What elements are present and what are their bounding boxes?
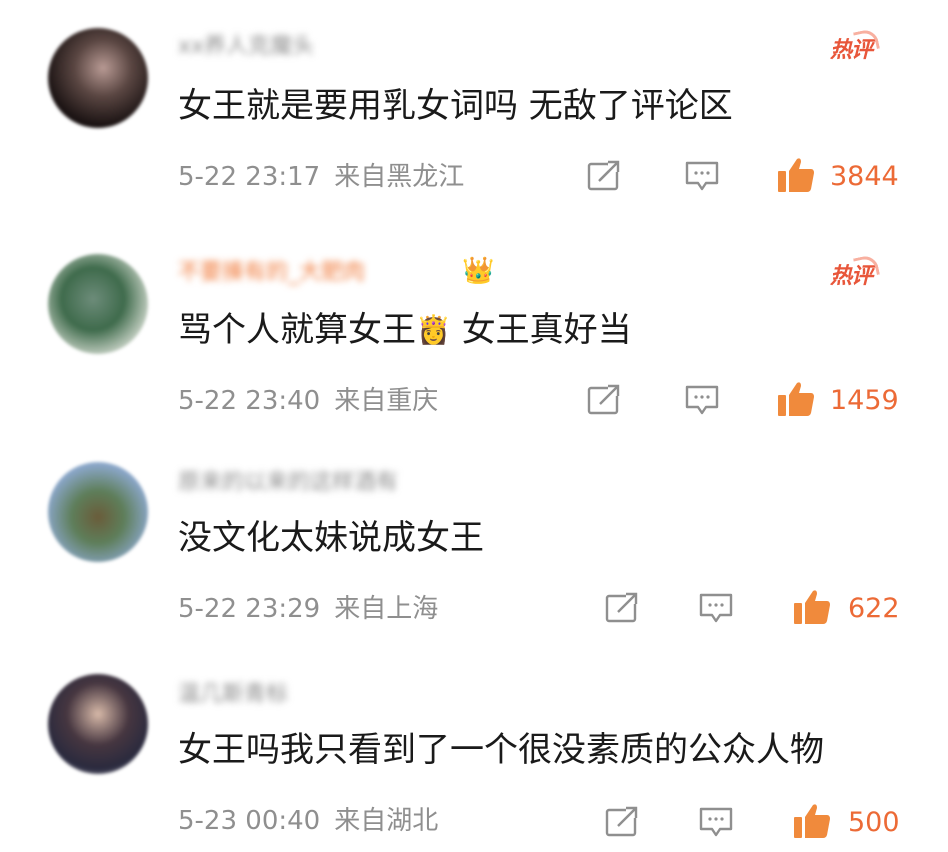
comment-time: 5-22 23:40: [178, 386, 321, 416]
avatar[interactable]: [48, 254, 148, 354]
hot-comment-badge: 热评: [830, 264, 873, 289]
comment-time: 5-22 23:17: [178, 162, 321, 192]
reply-icon[interactable]: [698, 806, 734, 838]
comment-meta: 5-22 23:40 来自重庆: [178, 386, 438, 416]
reply-icon[interactable]: [698, 592, 734, 624]
share-icon[interactable]: [604, 592, 640, 624]
comment-location: 来自湖北: [334, 806, 439, 836]
comment-item: xx养人克魔头 热评 女王就是要用乳女词吗 无敌了评论区 5-22 23:17 来…: [0, 0, 948, 230]
comment-item: 不要揍有的_大肥肉 👑 热评 骂个人就算女王👸 女王真好当 5-22 23:40…: [0, 230, 948, 450]
like-count: 3844: [830, 161, 899, 192]
comment-meta: 5-22 23:17 来自黑龙江: [178, 162, 464, 192]
comment-text: 没文化太妹说成女王: [178, 518, 484, 558]
comment-text-part: 骂个人就算女王: [178, 310, 416, 350]
like-count: 622: [848, 593, 900, 624]
avatar[interactable]: [48, 674, 148, 774]
username[interactable]: 不要揍有的_大肥肉: [178, 262, 365, 284]
comment-item: 原来的以来的这样酒有 没文化太妹说成女王 5-22 23:29 来自上海 622: [0, 450, 948, 660]
share-icon[interactable]: [604, 806, 640, 838]
comment-text-part: 女王真好当: [461, 310, 632, 350]
comment-text: 骂个人就算女王👸 女王真好当: [178, 310, 632, 350]
share-icon[interactable]: [586, 384, 622, 416]
comment-meta: 5-22 23:29 来自上海: [178, 594, 438, 624]
comment-location: 来自重庆: [334, 386, 439, 416]
avatar[interactable]: [48, 28, 148, 128]
avatar[interactable]: [48, 462, 148, 562]
like-count: 1459: [830, 385, 899, 416]
comment-location: 来自黑龙江: [334, 162, 465, 192]
like-count: 500: [848, 807, 900, 838]
comment-meta: 5-23 00:40 来自湖北: [178, 806, 438, 836]
crown-icon: 👑: [462, 256, 495, 286]
reply-icon[interactable]: [684, 160, 720, 192]
comment-text: 女王吗我只看到了一个很没素质的公众人物: [178, 730, 824, 770]
comment-text: 女王就是要用乳女词吗 无敌了评论区: [178, 86, 733, 126]
comment-item: 温几斯青标 女王吗我只看到了一个很没素质的公众人物 5-23 00:40 来自湖北…: [0, 660, 948, 852]
like-icon[interactable]: [776, 380, 816, 418]
username[interactable]: 原来的以来的这样酒有: [178, 472, 398, 494]
reply-icon[interactable]: [684, 384, 720, 416]
like-icon[interactable]: [776, 156, 816, 194]
username[interactable]: xx养人克魔头: [178, 36, 314, 58]
username[interactable]: 温几斯青标: [178, 684, 288, 706]
hot-comment-badge: 热评: [830, 38, 873, 63]
like-icon[interactable]: [792, 588, 832, 626]
comment-location: 来自上海: [334, 594, 439, 624]
share-icon[interactable]: [586, 160, 622, 192]
comment-time: 5-22 23:29: [178, 594, 321, 624]
princess-emoji-icon: 👸: [416, 313, 451, 346]
comment-time: 5-23 00:40: [178, 806, 321, 836]
like-icon[interactable]: [792, 802, 832, 840]
